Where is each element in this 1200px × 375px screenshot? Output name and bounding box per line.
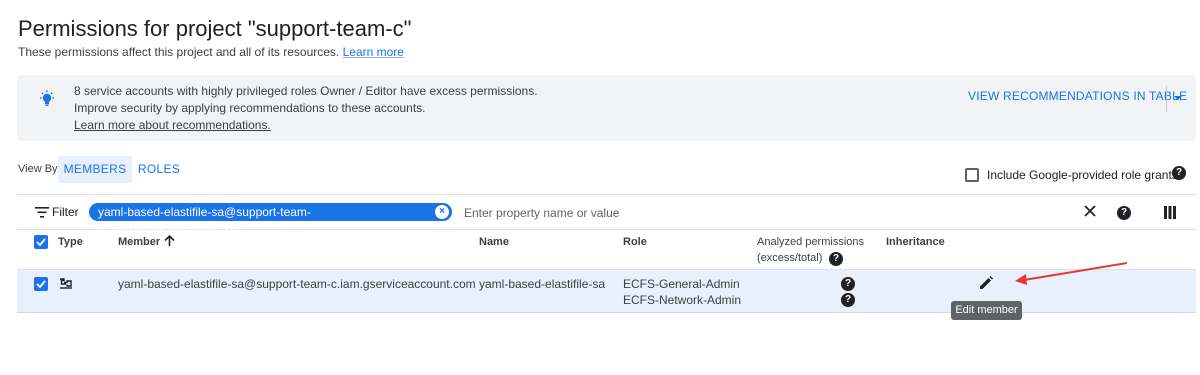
banner-line-2: Improve security by applying recommendat…	[74, 101, 426, 115]
subtitle-text: These permissions affect this project an…	[18, 45, 340, 59]
service-account-icon	[60, 278, 72, 289]
help-icon[interactable]: ?	[1172, 166, 1186, 180]
column-display-icon[interactable]	[1164, 206, 1176, 219]
button-divider	[1166, 86, 1167, 112]
member-email: yaml-based-elastifile-sa@support-team-c.…	[118, 277, 476, 291]
column-analyzed: Analyzed permissions	[757, 236, 864, 248]
recommendations-banner: 8 service accounts with highly privilege…	[17, 75, 1196, 141]
role-item: ECFS-Network-Admin	[623, 293, 742, 307]
edit-pencil-icon[interactable]	[979, 276, 993, 290]
filter-chip[interactable]: yaml-based-elastifile-sa@support-team-c.…	[89, 203, 452, 237]
help-icon[interactable]: ?	[829, 252, 843, 266]
include-google-grants-checkbox[interactable]	[965, 168, 979, 182]
tab-members[interactable]: MEMBERS	[58, 156, 132, 183]
view-by-label: View By:	[18, 163, 61, 175]
clear-filter-icon[interactable]	[1083, 204, 1097, 218]
filter-icon[interactable]	[35, 207, 49, 218]
filter-input[interactable]	[464, 203, 764, 223]
lightbulb-icon	[40, 90, 54, 106]
help-icon[interactable]: ?	[1117, 206, 1131, 220]
column-role: Role	[623, 236, 647, 248]
filter-bar: Filter yaml-based-elastifile-sa@support-…	[17, 194, 1196, 237]
recommendations-learn-link[interactable]: Learn more about recommendations.	[74, 118, 271, 132]
annotation-arrow	[1015, 262, 1128, 285]
banner-line-1: 8 service accounts with highly privilege…	[74, 84, 538, 98]
include-google-grants-label: Include Google-provided role grants	[987, 168, 1178, 182]
page-title: Permissions for project "support-team-c"	[18, 16, 412, 41]
close-icon[interactable]: ×	[435, 205, 449, 219]
select-all-checkbox[interactable]	[34, 235, 48, 249]
edit-member-tooltip: Edit member	[951, 301, 1022, 320]
row-checkbox[interactable]	[34, 277, 48, 291]
sort-up-arrow-icon[interactable]	[164, 235, 175, 247]
view-recommendations-button[interactable]: VIEW RECOMMENDATIONS IN TABLE	[968, 89, 1187, 103]
learn-more-link[interactable]: Learn more	[343, 45, 404, 59]
page-subtitle: These permissions affect this project an…	[18, 45, 404, 59]
help-icon[interactable]: ?	[841, 293, 855, 307]
column-type: Type	[58, 236, 83, 248]
role-item: ECFS-General-Admin	[623, 277, 740, 291]
tab-roles[interactable]: ROLES	[134, 156, 184, 183]
column-analyzed-sub: (excess/total)	[757, 252, 823, 264]
column-inheritance: Inheritance	[886, 236, 945, 248]
filter-label: Filter	[52, 205, 79, 219]
column-member[interactable]: Member	[118, 236, 160, 248]
column-name: Name	[479, 236, 509, 248]
chevron-down-icon[interactable]	[1173, 94, 1183, 102]
help-icon[interactable]: ?	[841, 277, 855, 291]
member-name: yaml-based-elastifile-sa	[479, 277, 606, 291]
